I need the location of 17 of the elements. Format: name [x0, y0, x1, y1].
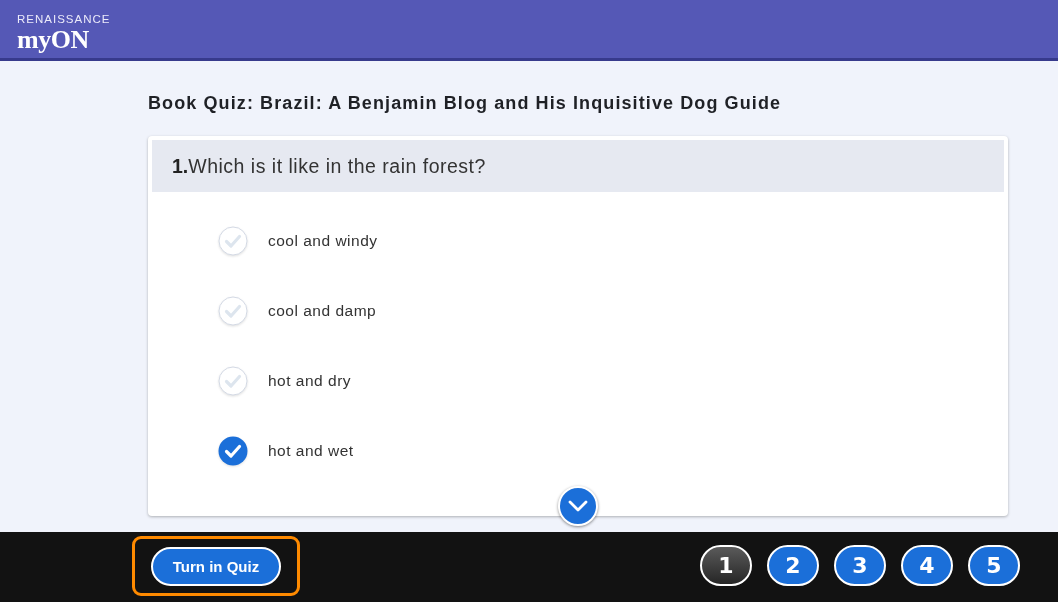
chevron-down-icon [568, 500, 588, 512]
turn-in-quiz-button[interactable]: Turn in Quiz [151, 546, 281, 586]
question-number: 1. [172, 154, 189, 178]
question-nav-button[interactable]: 4 [901, 545, 953, 586]
question-nav-button[interactable]: 5 [968, 545, 1020, 586]
question-nav-button[interactable]: 1 [700, 545, 752, 586]
answer-option[interactable]: hot and dry [218, 366, 352, 396]
brand-label: RENAISSANCE [17, 13, 111, 26]
question-text: Which is it like in the rain forest? [188, 154, 486, 178]
answer-option[interactable]: cool and windy [218, 226, 378, 256]
scroll-down-button[interactable] [558, 486, 598, 526]
question-nav-button[interactable]: 2 [767, 545, 819, 586]
logo-wordmark: myON [17, 27, 89, 53]
quiz-title: Book Quiz: Brazil: A Benjamin Blog and His Inquisitive Dog Guide [148, 92, 782, 114]
answer-option[interactable]: hot and wet [218, 436, 354, 466]
answer-option[interactable]: cool and damp [218, 296, 377, 326]
question-nav-button[interactable]: 3 [834, 545, 886, 586]
